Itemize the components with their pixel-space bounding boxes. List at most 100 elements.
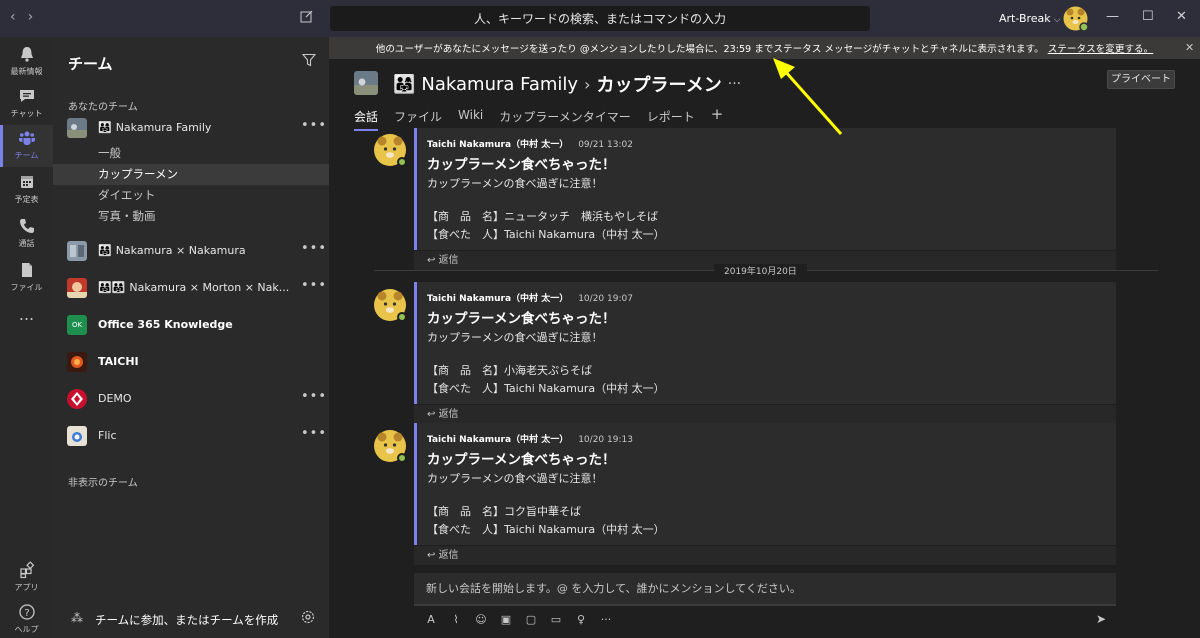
message-author[interactable]: Taichi Nakamura（中村 太一）	[427, 435, 568, 445]
rail-apps[interactable]: アプリ	[0, 557, 53, 599]
rail-help[interactable]: ? ヘルプ	[0, 599, 53, 638]
team-name: Flic	[98, 429, 117, 442]
rail-files[interactable]: ファイル	[0, 257, 53, 299]
message-line	[427, 488, 1106, 501]
more-options-icon[interactable]: •••	[301, 241, 327, 256]
team-name: Nakamura × Morton × Nak...	[129, 281, 290, 294]
teams-panel: チーム あなたのチーム 👨‍👩‍👧 Nakamura Family ••• 一般 …	[53, 37, 329, 638]
gif-icon[interactable]: ▣	[499, 613, 513, 627]
reply-label: 返信	[438, 409, 459, 420]
calendar-icon	[20, 176, 33, 188]
avatar[interactable]	[374, 430, 407, 463]
message-time: 10/20 19:13	[578, 435, 633, 445]
message-subject: カップラーメン食べちゃった！	[427, 311, 616, 327]
rail-chat[interactable]: チャット	[0, 83, 53, 125]
team-nakamura-x-nakamura[interactable]: 👨‍👩‍👧 Nakamura × Nakamura •••	[53, 236, 329, 266]
team-office365[interactable]: OK Office 365 Knowledge	[53, 310, 329, 340]
date-label: 2019年10月20日	[714, 264, 807, 277]
rail-more[interactable]: ...	[0, 305, 53, 329]
rail-teams[interactable]: チーム	[0, 125, 53, 167]
rail-label: アプリ	[14, 583, 39, 592]
hidden-teams-heading[interactable]: 非表示のチーム	[68, 474, 138, 489]
gear-icon[interactable]	[300, 609, 316, 625]
team-avatar-badge: OK	[67, 315, 87, 335]
close-icon[interactable]: ✕	[1185, 41, 1194, 54]
team-name: TAICHI	[98, 355, 139, 368]
channel-name: カップラーメン	[596, 75, 722, 96]
message-line: 【食べた 人】Taichi Nakamura（中村 太一）	[427, 523, 665, 536]
join-or-create-team-link[interactable]: チームに参加、またはチームを作成	[95, 612, 278, 628]
channel-general[interactable]: 一般	[53, 143, 329, 164]
emoji-icon[interactable]: ☺	[474, 613, 488, 627]
message-post: Taichi Nakamura（中村 太一） 10/20 19:13 カップラーメ…	[414, 423, 1116, 565]
message-author[interactable]: Taichi Nakamura（中村 太一）	[427, 140, 568, 150]
search-input[interactable]: 人、キーワードの検索、またはコマンドの入力	[330, 6, 870, 31]
channel-photos[interactable]: 写真・動画	[53, 206, 329, 227]
team-avatar	[67, 241, 87, 261]
change-status-link[interactable]: ステータスを変更する。	[1048, 41, 1154, 55]
close-window-icon[interactable]: ✕	[1176, 9, 1187, 24]
team-demo[interactable]: DEMO •••	[53, 384, 329, 414]
app-rail: 最新情報 チャット チーム 予定表 通話 ファイル ... アプリ ? ヘルプ	[0, 37, 53, 638]
message-line	[427, 193, 1106, 206]
message-author[interactable]: Taichi Nakamura（中村 太一）	[427, 294, 568, 304]
status-banner: 他のユーザーがあなたにメッセージを送ったり @メンションしたりした場合に、23:…	[329, 37, 1200, 59]
tenant-switcher[interactable]: Art-Break ⌵	[999, 12, 1060, 25]
panel-title: チーム	[68, 55, 113, 73]
presence-available-icon	[397, 453, 407, 463]
banner-text: 他のユーザーがあなたにメッセージを送ったり @メンションしたりした場合に、23:…	[375, 44, 1044, 55]
reply-icon: ↩	[427, 550, 439, 561]
sticker-icon[interactable]: ▢	[524, 613, 538, 627]
message-line: カップラーメンの食べ過ぎに注意！	[427, 472, 603, 485]
team-nakamura-family[interactable]: 👨‍👩‍👧 Nakamura Family •••	[53, 113, 329, 143]
attach-icon[interactable]: ⌇	[449, 613, 463, 627]
teams-icon	[18, 131, 35, 145]
your-teams-heading: あなたのチーム	[68, 102, 138, 113]
team-taichi[interactable]: TAICHI	[53, 347, 329, 377]
message-subject: カップラーメン食べちゃった！	[427, 452, 616, 468]
compose-input[interactable]: 新しい会話を開始します。@ を入力して、誰かにメンションしてください。	[414, 573, 1116, 606]
more-options-icon[interactable]: •••	[301, 426, 327, 441]
profile-avatar[interactable]	[1063, 6, 1089, 32]
tenant-name: Art-Break	[999, 12, 1051, 25]
message-subject: カップラーメン食べちゃった！	[427, 157, 616, 173]
new-chat-icon[interactable]	[300, 9, 316, 25]
rail-activity[interactable]: 最新情報	[0, 41, 53, 83]
more-options-icon[interactable]: •••	[301, 278, 327, 293]
private-button[interactable]: プライベート	[1107, 70, 1175, 89]
channel-diet[interactable]: ダイエット	[53, 185, 329, 206]
chat-icon	[19, 90, 34, 102]
rail-label: 通話	[18, 239, 35, 248]
avatar[interactable]	[374, 134, 407, 167]
team-flic[interactable]: Flic •••	[53, 421, 329, 451]
filter-icon[interactable]	[302, 53, 316, 67]
back-arrow-icon[interactable]: ‹	[10, 9, 16, 25]
team-name: Nakamura × Nakamura	[115, 244, 246, 257]
reply-button[interactable]: ↩ 返信	[414, 545, 1116, 565]
send-icon[interactable]: ➤	[1096, 612, 1112, 628]
message-post: Taichi Nakamura（中村 太一） 09/21 13:02 カップラーメ…	[414, 128, 1116, 270]
reply-button[interactable]: ↩ 返信	[414, 404, 1116, 424]
minimize-icon[interactable]: —	[1106, 9, 1119, 24]
more-options-icon[interactable]: •••	[301, 389, 327, 404]
rail-label: ファイル	[10, 283, 43, 292]
format-icon[interactable]: A	[424, 613, 438, 627]
rail-calls[interactable]: 通話	[0, 213, 53, 255]
rail-calendar[interactable]: 予定表	[0, 169, 53, 211]
meet-now-icon[interactable]: ▭	[549, 613, 563, 627]
avatar[interactable]	[374, 289, 407, 322]
tab-conversations[interactable]: 会話	[354, 108, 379, 131]
more-options-icon[interactable]: ···	[599, 613, 613, 627]
team-name[interactable]: Nakamura Family	[421, 74, 578, 95]
message-line: 【食べた 人】Taichi Nakamura（中村 太一）	[427, 382, 665, 395]
file-icon	[21, 263, 32, 277]
team-nakamura-morton[interactable]: 👨‍👩‍👧👨‍👩‍👧 Nakamura × Morton × Nak... •••	[53, 273, 329, 303]
forward-arrow-icon[interactable]: ›	[28, 9, 34, 25]
channel-more-icon[interactable]: ···	[728, 76, 741, 92]
maximize-icon[interactable]: ☐	[1142, 9, 1154, 24]
praise-icon[interactable]: ♀	[574, 613, 588, 627]
phone-icon	[19, 219, 34, 233]
more-options-icon[interactable]: •••	[301, 118, 327, 133]
couple-emoji-icon: 👨‍👩‍👧	[98, 244, 112, 257]
channel-cup-ramen[interactable]: カップラーメン	[53, 164, 329, 185]
